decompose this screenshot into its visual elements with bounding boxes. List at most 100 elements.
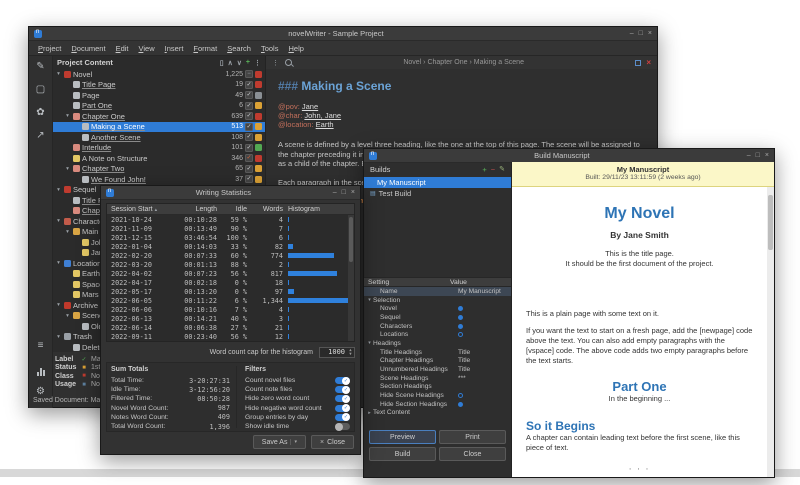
search-icon[interactable]: [285, 59, 292, 66]
session-row[interactable]: 2022-09-11 00:23:40 56 % 12: [107, 332, 348, 341]
maximize-icon[interactable]: □: [342, 189, 346, 196]
toggle-switch[interactable]: [335, 414, 350, 421]
col-length[interactable]: Length: [169, 206, 217, 213]
menu-item[interactable]: Help: [283, 42, 308, 55]
preview-scrollbar[interactable]: [767, 187, 774, 477]
tree-item[interactable]: ▾ Novel 1,225 −: [53, 69, 265, 80]
col-words[interactable]: Words: [247, 206, 283, 213]
session-row[interactable]: 2022-06-13 00:14:21 40 % 3: [107, 314, 348, 323]
menu-item[interactable]: Insert: [160, 42, 189, 55]
preview-button[interactable]: Preview: [369, 430, 436, 444]
expand-arrow-icon[interactable]: ▾: [55, 71, 62, 77]
setting-row[interactable]: Novel: [364, 304, 511, 313]
group-arrow-icon[interactable]: ▾: [366, 297, 373, 303]
save-as-button[interactable]: Save As▾: [253, 435, 306, 449]
build-button[interactable]: Build: [369, 447, 436, 461]
setting-row[interactable]: Section Headings: [364, 383, 511, 392]
toggle-switch[interactable]: [335, 423, 350, 430]
menu-item[interactable]: Search: [222, 42, 256, 55]
included-checkbox[interactable]: ✓: [245, 144, 253, 152]
included-checkbox[interactable]: ✓: [245, 133, 253, 141]
table-scrollbar[interactable]: [348, 215, 354, 341]
close-button[interactable]: Close: [439, 447, 506, 461]
outline-list-icon[interactable]: ≡: [34, 339, 48, 353]
setting-row[interactable]: Title Headings Title: [364, 348, 511, 357]
menu-item[interactable]: View: [134, 42, 160, 55]
included-checkbox[interactable]: ✓: [245, 91, 253, 99]
toggle-switch[interactable]: [335, 395, 350, 402]
tree-item[interactable]: Title Page 19 ✓: [53, 80, 265, 91]
toggle-switch[interactable]: [335, 405, 350, 412]
session-row[interactable]: 2022-02-20 00:07:33 60 % 774: [107, 251, 348, 260]
main-titlebar[interactable]: novelWriter - Sample Project – □ ×: [29, 27, 657, 41]
setting-row[interactable]: Characters: [364, 322, 511, 331]
close-icon[interactable]: ×: [351, 189, 355, 196]
manuscript-page[interactable]: My Novel By Jane Smith This is the title…: [512, 187, 767, 477]
setting-row[interactable]: Chapter Headings Title: [364, 357, 511, 366]
remove-build-icon[interactable]: −: [491, 165, 495, 174]
setting-row[interactable]: Hide Section Headings: [364, 400, 511, 409]
menu-item[interactable]: Tools: [256, 42, 284, 55]
maximize-icon[interactable]: □: [639, 30, 643, 37]
setting-row[interactable]: ▸ Text Content: [364, 409, 511, 418]
compose-edit-icon[interactable]: ✎: [34, 60, 48, 74]
included-checkbox[interactable]: ✓: [245, 112, 253, 120]
tree-item[interactable]: Making a Scene 513 ✓: [53, 122, 265, 133]
breadcrumb[interactable]: Novel › Chapter One › Making a Scene: [292, 59, 635, 66]
maximize-icon[interactable]: □: [756, 152, 760, 159]
add-item-icon[interactable]: +: [246, 59, 250, 67]
included-checkbox[interactable]: ✓: [245, 165, 253, 173]
session-row[interactable]: 2022-01-04 00:14:03 33 % 82: [107, 242, 348, 251]
session-row[interactable]: 2022-04-02 00:07:23 56 % 817: [107, 269, 348, 278]
included-checkbox[interactable]: ✓: [245, 81, 253, 89]
included-checkbox[interactable]: ✓: [245, 102, 253, 110]
session-row[interactable]: 2022-06-05 00:11:22 6 % 1,344: [107, 296, 348, 305]
setting-row[interactable]: Locations: [364, 330, 511, 339]
stats-chart-icon[interactable]: [34, 362, 48, 376]
menu-item[interactable]: Document: [66, 42, 110, 55]
expand-arrow-icon[interactable]: ▾: [64, 313, 71, 319]
expand-arrow-icon[interactable]: ▾: [55, 218, 62, 224]
move-down-icon[interactable]: ∨: [237, 59, 242, 67]
edit-build-icon[interactable]: ✎: [499, 165, 505, 174]
quick-links-icon[interactable]: ▯: [220, 59, 224, 67]
stats-titlebar[interactable]: Writing Statistics – □ ×: [101, 186, 360, 200]
expand-arrow-icon[interactable]: ▾: [64, 229, 71, 235]
tree-item[interactable]: Page 49 ✓: [53, 90, 265, 101]
novel-flower-icon[interactable]: ✿: [34, 106, 48, 120]
session-row[interactable]: 2021-11-09 00:13:49 90 % 7: [107, 224, 348, 233]
close-icon[interactable]: ×: [648, 30, 652, 37]
build-item[interactable]: ▤ Test Build: [364, 188, 511, 199]
project-cube-icon[interactable]: ▢: [34, 83, 48, 97]
session-row[interactable]: 2022-03-20 00:01:13 88 % 2: [107, 260, 348, 269]
cap-spinbox[interactable]: 1000 ▲▼: [319, 347, 355, 358]
tree-item[interactable]: Interlude 101 ✓: [53, 143, 265, 154]
spin-arrows-icon[interactable]: ▲▼: [347, 348, 354, 356]
expand-arrow-icon[interactable]: ▾: [64, 166, 71, 172]
build-item[interactable]: My Manuscript: [364, 177, 511, 188]
tree-item[interactable]: A Note on Structure 346 ✓: [53, 153, 265, 164]
menu-item[interactable]: Format: [188, 42, 222, 55]
tree-menu-kebab-icon[interactable]: ⋮: [254, 59, 261, 67]
tree-item[interactable]: Part One 6 ✓: [53, 101, 265, 112]
tree-item[interactable]: ▾ Chapter One 639 ✓: [53, 111, 265, 122]
col-session-start[interactable]: Session Start▴: [107, 206, 169, 213]
doc-menu-kebab-icon[interactable]: ⋮: [272, 59, 279, 67]
toggle-switch[interactable]: [335, 386, 350, 393]
export-icon[interactable]: ↗: [34, 129, 48, 143]
included-checkbox[interactable]: ✓: [245, 154, 253, 162]
col-idle[interactable]: Idle: [217, 206, 247, 213]
setting-row[interactable]: Hide Scene Headings: [364, 391, 511, 400]
toggle-switch[interactable]: [335, 377, 350, 384]
focus-mode-icon[interactable]: [635, 60, 641, 66]
setting-row[interactable]: Sequel: [364, 313, 511, 322]
session-row[interactable]: 2021-10-24 00:10:28 59 % 4: [107, 215, 348, 224]
build-titlebar[interactable]: Build Manuscript – □ ×: [364, 149, 774, 163]
session-row[interactable]: 2021-12-15 03:46:54 100 % 6: [107, 233, 348, 242]
setting-row[interactable]: ▾ Headings: [364, 339, 511, 348]
minimize-icon[interactable]: –: [630, 30, 634, 37]
included-checkbox[interactable]: ✓: [245, 175, 253, 183]
group-arrow-icon[interactable]: ▾: [366, 340, 373, 346]
close-button[interactable]: ×Close: [311, 435, 354, 449]
tree-item[interactable]: ▾ Chapter Two 65 ✓: [53, 164, 265, 175]
